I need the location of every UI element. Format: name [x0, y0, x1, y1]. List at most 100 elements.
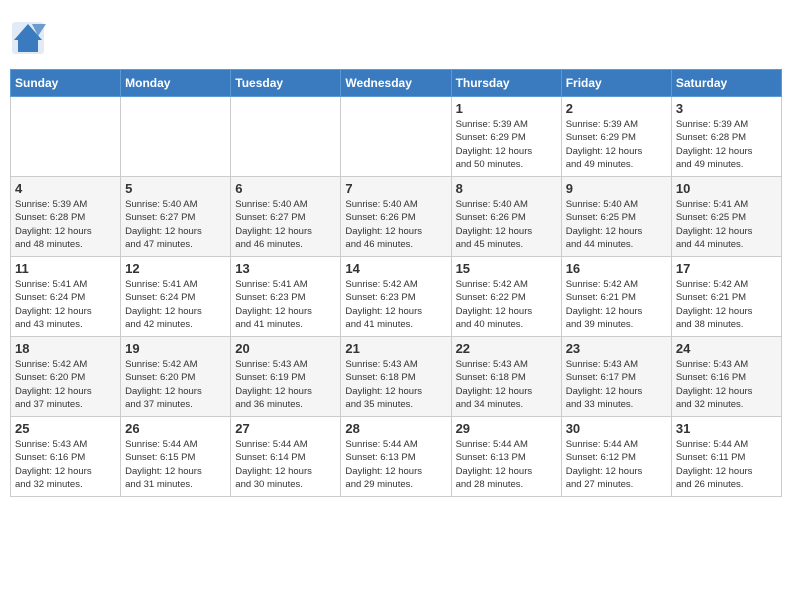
- day-number: 11: [15, 261, 116, 276]
- day-number: 25: [15, 421, 116, 436]
- day-number: 21: [345, 341, 446, 356]
- day-number: 17: [676, 261, 777, 276]
- header-day-friday: Friday: [561, 70, 671, 97]
- calendar-cell: 14 Sunrise: 5:42 AM Sunset: 6:23 PM Dayli…: [341, 257, 451, 337]
- day-number: 30: [566, 421, 667, 436]
- week-row-4: 18 Sunrise: 5:42 AM Sunset: 6:20 PM Dayli…: [11, 337, 782, 417]
- calendar-header: SundayMondayTuesdayWednesdayThursdayFrid…: [11, 70, 782, 97]
- calendar-cell: 21 Sunrise: 5:43 AM Sunset: 6:18 PM Dayli…: [341, 337, 451, 417]
- day-number: 22: [456, 341, 557, 356]
- day-info: Sunrise: 5:39 AM Sunset: 6:28 PM Dayligh…: [15, 198, 116, 251]
- day-info: Sunrise: 5:40 AM Sunset: 6:27 PM Dayligh…: [235, 198, 336, 251]
- day-number: 23: [566, 341, 667, 356]
- day-info: Sunrise: 5:44 AM Sunset: 6:15 PM Dayligh…: [125, 438, 226, 491]
- calendar-cell: [121, 97, 231, 177]
- day-info: Sunrise: 5:40 AM Sunset: 6:27 PM Dayligh…: [125, 198, 226, 251]
- day-number: 24: [676, 341, 777, 356]
- header-day-thursday: Thursday: [451, 70, 561, 97]
- calendar-body: 1 Sunrise: 5:39 AM Sunset: 6:29 PM Daylig…: [11, 97, 782, 497]
- calendar-cell: 29 Sunrise: 5:44 AM Sunset: 6:13 PM Dayli…: [451, 417, 561, 497]
- logo-icon: [10, 20, 46, 56]
- day-number: 27: [235, 421, 336, 436]
- calendar-cell: [11, 97, 121, 177]
- calendar-cell: 23 Sunrise: 5:43 AM Sunset: 6:17 PM Dayli…: [561, 337, 671, 417]
- calendar-table: SundayMondayTuesdayWednesdayThursdayFrid…: [10, 69, 782, 497]
- day-info: Sunrise: 5:42 AM Sunset: 6:20 PM Dayligh…: [15, 358, 116, 411]
- day-info: Sunrise: 5:42 AM Sunset: 6:22 PM Dayligh…: [456, 278, 557, 331]
- calendar-cell: 20Sunrise: 5:43 AM Sunset: 6:19 PM Dayli…: [231, 337, 341, 417]
- day-info: Sunrise: 5:39 AM Sunset: 6:28 PM Dayligh…: [676, 118, 777, 171]
- week-row-3: 11 Sunrise: 5:41 AM Sunset: 6:24 PM Dayli…: [11, 257, 782, 337]
- day-info: Sunrise: 5:39 AM Sunset: 6:29 PM Dayligh…: [566, 118, 667, 171]
- calendar-cell: 27 Sunrise: 5:44 AM Sunset: 6:14 PM Dayli…: [231, 417, 341, 497]
- calendar-cell: 1 Sunrise: 5:39 AM Sunset: 6:29 PM Daylig…: [451, 97, 561, 177]
- calendar-cell: 31 Sunrise: 5:44 AM Sunset: 6:11 PM Dayli…: [671, 417, 781, 497]
- day-number: 1: [456, 101, 557, 116]
- calendar-cell: 9Sunrise: 5:40 AM Sunset: 6:25 PM Daylig…: [561, 177, 671, 257]
- day-info: Sunrise: 5:42 AM Sunset: 6:21 PM Dayligh…: [676, 278, 777, 331]
- day-info: Sunrise: 5:43 AM Sunset: 6:17 PM Dayligh…: [566, 358, 667, 411]
- day-number: 28: [345, 421, 446, 436]
- logo: [10, 20, 50, 61]
- calendar-cell: 19 Sunrise: 5:42 AM Sunset: 6:20 PM Dayli…: [121, 337, 231, 417]
- day-number: 18: [15, 341, 116, 356]
- day-number: 3: [676, 101, 777, 116]
- day-info: Sunrise: 5:40 AM Sunset: 6:25 PM Dayligh…: [566, 198, 667, 251]
- day-number: 19: [125, 341, 226, 356]
- week-row-1: 1 Sunrise: 5:39 AM Sunset: 6:29 PM Daylig…: [11, 97, 782, 177]
- header-row: SundayMondayTuesdayWednesdayThursdayFrid…: [11, 70, 782, 97]
- week-row-2: 4Sunrise: 5:39 AM Sunset: 6:28 PM Daylig…: [11, 177, 782, 257]
- calendar-cell: 8 Sunrise: 5:40 AM Sunset: 6:26 PM Daylig…: [451, 177, 561, 257]
- day-info: Sunrise: 5:42 AM Sunset: 6:23 PM Dayligh…: [345, 278, 446, 331]
- header-day-sunday: Sunday: [11, 70, 121, 97]
- day-info: Sunrise: 5:41 AM Sunset: 6:23 PM Dayligh…: [235, 278, 336, 331]
- day-number: 14: [345, 261, 446, 276]
- day-number: 31: [676, 421, 777, 436]
- calendar-cell: 25Sunrise: 5:43 AM Sunset: 6:16 PM Dayli…: [11, 417, 121, 497]
- calendar-cell: 22 Sunrise: 5:43 AM Sunset: 6:18 PM Dayli…: [451, 337, 561, 417]
- day-number: 15: [456, 261, 557, 276]
- calendar-cell: 15 Sunrise: 5:42 AM Sunset: 6:22 PM Dayli…: [451, 257, 561, 337]
- day-info: Sunrise: 5:42 AM Sunset: 6:20 PM Dayligh…: [125, 358, 226, 411]
- day-number: 26: [125, 421, 226, 436]
- calendar-cell: 4Sunrise: 5:39 AM Sunset: 6:28 PM Daylig…: [11, 177, 121, 257]
- day-number: 7: [345, 181, 446, 196]
- day-number: 2: [566, 101, 667, 116]
- day-info: Sunrise: 5:40 AM Sunset: 6:26 PM Dayligh…: [456, 198, 557, 251]
- calendar-cell: 26 Sunrise: 5:44 AM Sunset: 6:15 PM Dayli…: [121, 417, 231, 497]
- day-info: Sunrise: 5:44 AM Sunset: 6:13 PM Dayligh…: [456, 438, 557, 491]
- calendar-cell: 2 Sunrise: 5:39 AM Sunset: 6:29 PM Daylig…: [561, 97, 671, 177]
- day-info: Sunrise: 5:42 AM Sunset: 6:21 PM Dayligh…: [566, 278, 667, 331]
- day-info: Sunrise: 5:43 AM Sunset: 6:18 PM Dayligh…: [345, 358, 446, 411]
- day-number: 12: [125, 261, 226, 276]
- calendar-cell: 3 Sunrise: 5:39 AM Sunset: 6:28 PM Daylig…: [671, 97, 781, 177]
- calendar-cell: 16 Sunrise: 5:42 AM Sunset: 6:21 PM Dayli…: [561, 257, 671, 337]
- day-info: Sunrise: 5:44 AM Sunset: 6:11 PM Dayligh…: [676, 438, 777, 491]
- day-info: Sunrise: 5:41 AM Sunset: 6:24 PM Dayligh…: [15, 278, 116, 331]
- day-info: Sunrise: 5:44 AM Sunset: 6:12 PM Dayligh…: [566, 438, 667, 491]
- day-number: 16: [566, 261, 667, 276]
- calendar-cell: 12 Sunrise: 5:41 AM Sunset: 6:24 PM Dayli…: [121, 257, 231, 337]
- day-number: 5: [125, 181, 226, 196]
- calendar-cell: [231, 97, 341, 177]
- day-number: 20: [235, 341, 336, 356]
- day-info: Sunrise: 5:39 AM Sunset: 6:29 PM Dayligh…: [456, 118, 557, 171]
- day-info: Sunrise: 5:43 AM Sunset: 6:18 PM Dayligh…: [456, 358, 557, 411]
- calendar-cell: 18 Sunrise: 5:42 AM Sunset: 6:20 PM Dayli…: [11, 337, 121, 417]
- calendar-cell: [341, 97, 451, 177]
- day-info: Sunrise: 5:41 AM Sunset: 6:24 PM Dayligh…: [125, 278, 226, 331]
- day-number: 13: [235, 261, 336, 276]
- calendar-cell: 7 Sunrise: 5:40 AM Sunset: 6:26 PM Daylig…: [341, 177, 451, 257]
- calendar-cell: 5 Sunrise: 5:40 AM Sunset: 6:27 PM Daylig…: [121, 177, 231, 257]
- day-info: Sunrise: 5:44 AM Sunset: 6:14 PM Dayligh…: [235, 438, 336, 491]
- day-info: Sunrise: 5:40 AM Sunset: 6:26 PM Dayligh…: [345, 198, 446, 251]
- header-day-tuesday: Tuesday: [231, 70, 341, 97]
- day-number: 6: [235, 181, 336, 196]
- header: [10, 10, 782, 61]
- day-number: 29: [456, 421, 557, 436]
- day-number: 8: [456, 181, 557, 196]
- header-day-saturday: Saturday: [671, 70, 781, 97]
- calendar-cell: 6 Sunrise: 5:40 AM Sunset: 6:27 PM Daylig…: [231, 177, 341, 257]
- day-number: 10: [676, 181, 777, 196]
- day-info: Sunrise: 5:41 AM Sunset: 6:25 PM Dayligh…: [676, 198, 777, 251]
